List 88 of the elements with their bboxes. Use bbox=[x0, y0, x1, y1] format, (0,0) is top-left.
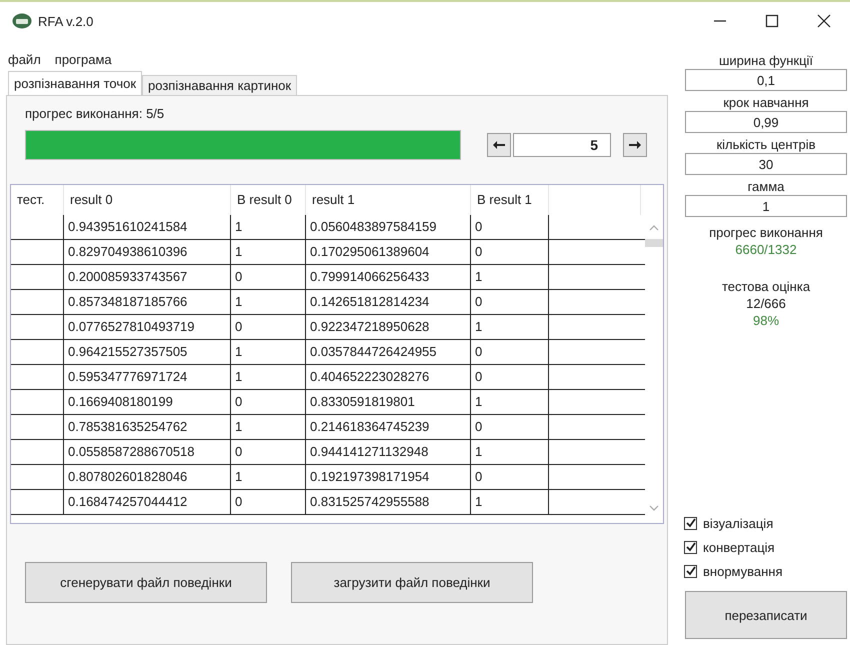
table-cell: 0.0357844726424955 bbox=[306, 340, 471, 364]
table-cell: 0 bbox=[471, 215, 549, 239]
table-cell: 1 bbox=[231, 415, 306, 439]
table-cell: 0 bbox=[231, 490, 306, 514]
progress-label: прогрес виконання: 5/5 bbox=[25, 106, 166, 121]
progress-heading: прогрес виконання bbox=[709, 224, 823, 241]
left-arrow-icon bbox=[493, 140, 505, 148]
score-heading: тестова оцінка bbox=[722, 278, 810, 295]
action-button[interactable]: загрузити файл поведінки bbox=[291, 562, 533, 603]
maximize-icon[interactable] bbox=[765, 14, 779, 28]
table-cell: 0.8330591819801 bbox=[306, 390, 471, 414]
setting-field[interactable]: 30 bbox=[685, 153, 847, 175]
table-cell: 1 bbox=[231, 240, 306, 264]
table-cell: 0.404652223028276 bbox=[306, 365, 471, 389]
table-cell: 0 bbox=[231, 265, 306, 289]
table-cell: 0.142651812814234 bbox=[306, 290, 471, 314]
setting-field[interactable]: 1 bbox=[685, 195, 847, 217]
setting-field[interactable]: 0,99 bbox=[685, 111, 847, 133]
table-cell: 0.214618364745239 bbox=[306, 415, 471, 439]
table-cell: 1 bbox=[231, 290, 306, 314]
setting-label: гамма bbox=[748, 178, 784, 195]
scrollbar-thumb[interactable] bbox=[645, 239, 663, 247]
setting-label: кількість центрів bbox=[716, 136, 816, 153]
tab[interactable]: розпізнавання точок bbox=[8, 71, 142, 96]
right-arrow-icon bbox=[629, 140, 641, 148]
table-cell: 0.200085933743567 bbox=[64, 265, 231, 289]
score-percent: 98% bbox=[752, 312, 780, 329]
table-cell: 1 bbox=[471, 265, 549, 289]
table-cell: 0.831525742955588 bbox=[306, 490, 471, 514]
table-cell: 1 bbox=[471, 315, 549, 339]
action-button[interactable]: сгенерувати файл поведінки bbox=[25, 562, 267, 603]
table-cell: 1 bbox=[231, 465, 306, 489]
check-icon bbox=[686, 518, 696, 528]
checkbox[interactable] bbox=[684, 564, 697, 578]
setting-field[interactable]: 0,1 bbox=[685, 69, 847, 91]
table-cell: 0.0776527810493719 bbox=[64, 315, 231, 339]
table-cell: 0 bbox=[471, 415, 549, 439]
score-value: 12/666 bbox=[746, 295, 786, 312]
checkbox-label[interactable]: конвертація bbox=[703, 540, 775, 554]
page-field[interactable]: 5 bbox=[513, 132, 611, 156]
table-cell: 0.943951610241584 bbox=[64, 215, 231, 239]
table-cell: 0.922347218950628 bbox=[306, 315, 471, 339]
table-cell: 0.0558587288670518 bbox=[64, 440, 231, 464]
table-cell: 0.829704938610396 bbox=[64, 240, 231, 264]
table-cell: 0 bbox=[471, 365, 549, 389]
menu-item[interactable]: програма bbox=[54, 52, 112, 67]
table-cell: 0.170295061389604 bbox=[306, 240, 471, 264]
setting-label: ширина функції bbox=[718, 52, 814, 69]
check-icon bbox=[686, 566, 696, 576]
table-cell: 0 bbox=[231, 390, 306, 414]
app-logo-icon bbox=[12, 13, 32, 29]
checkbox[interactable] bbox=[684, 540, 697, 554]
table-cell: 1 bbox=[231, 340, 306, 364]
table-cell: 0 bbox=[471, 465, 549, 489]
table-cell: 0 bbox=[231, 315, 306, 339]
table-cell: 0.0560483897584159 bbox=[306, 215, 471, 239]
checkbox-label[interactable]: внормування bbox=[703, 564, 783, 578]
table-cell: 1 bbox=[471, 490, 549, 514]
previous-button[interactable] bbox=[487, 132, 511, 156]
progress-value: 6660/1332 bbox=[735, 241, 797, 258]
table-cell: 0.857348187185766 bbox=[64, 290, 231, 314]
table-cell: 0.807802601828046 bbox=[64, 465, 231, 489]
table-cell: 1 bbox=[231, 365, 306, 389]
table-cell: 1 bbox=[471, 440, 549, 464]
close-icon[interactable] bbox=[817, 14, 831, 28]
table-cell: 0 bbox=[471, 240, 549, 264]
checkbox-label[interactable]: візуалізація bbox=[703, 516, 774, 530]
next-button[interactable] bbox=[623, 132, 647, 156]
table-cell: 1 bbox=[231, 215, 306, 239]
window-title: RFA v.2.0 bbox=[38, 14, 94, 28]
table-cell: 0.1669408180199 bbox=[64, 390, 231, 414]
table-cell: 0.595347776971724 bbox=[64, 365, 231, 389]
table-cell: 0.964215527357505 bbox=[64, 340, 231, 364]
table-cell: 0.192197398171954 bbox=[306, 465, 471, 489]
table-cell: 0 bbox=[471, 340, 549, 364]
table-cell: 0 bbox=[471, 290, 549, 314]
tab[interactable]: розпізнавання картинок bbox=[142, 75, 298, 96]
table-cell: 0.944141271132948 bbox=[306, 440, 471, 464]
table-cell: 0.168474257044412 bbox=[64, 490, 231, 514]
table-cell: 0.799914066256433 bbox=[306, 265, 471, 289]
setting-label: крок навчання bbox=[723, 94, 809, 111]
menu-item[interactable]: файл bbox=[8, 52, 41, 67]
check-icon bbox=[686, 542, 696, 552]
rewrite-button[interactable]: перезаписати bbox=[685, 591, 847, 639]
table-cell: 1 bbox=[471, 390, 549, 414]
table-cell: 0.785381635254762 bbox=[64, 415, 231, 439]
checkbox[interactable] bbox=[684, 516, 697, 530]
table-cell: 0 bbox=[231, 440, 306, 464]
